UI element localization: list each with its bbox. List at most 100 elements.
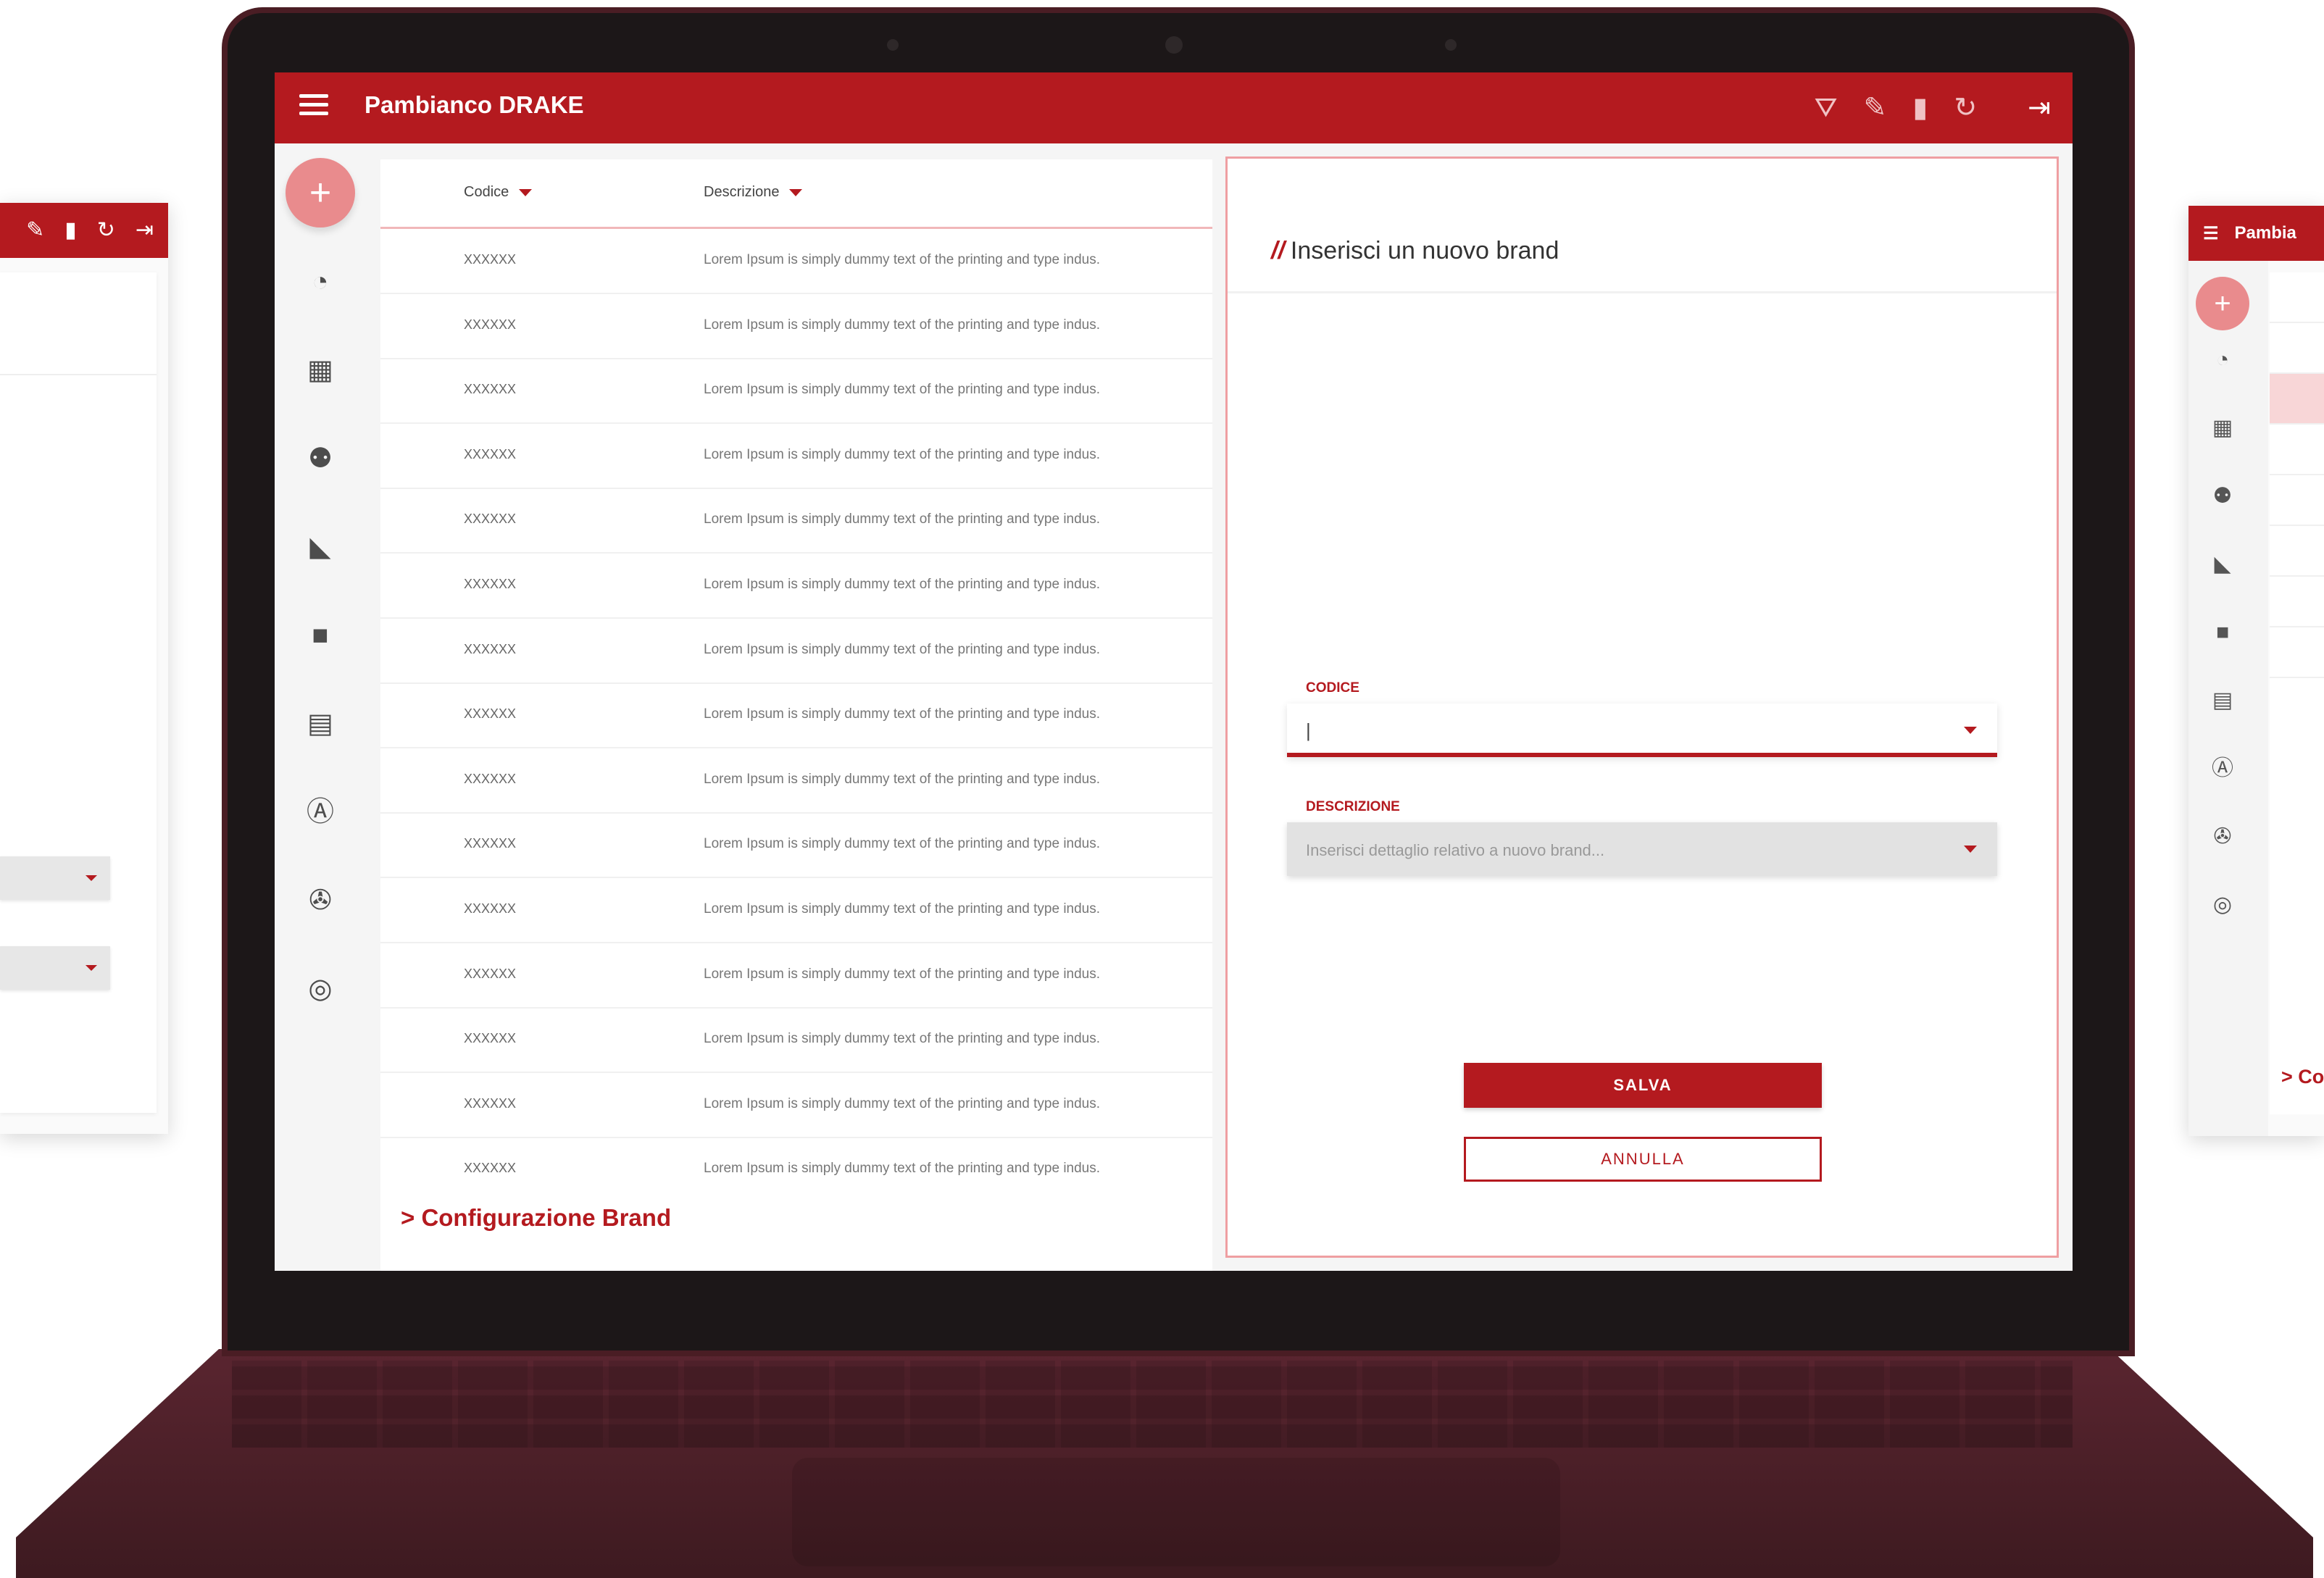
add-button[interactable]: + [286,158,355,227]
table-row[interactable]: XXXXXX Lorem Ipsum is simply dummy text o… [380,1073,1212,1138]
right-screen-title: Pambia [2234,223,2296,243]
list-item [2270,323,2324,374]
refresh-icon[interactable]: ↻ [1954,87,1977,129]
table-row[interactable]: XXXXXX Lorem Ipsum is simply dummy text o… [380,229,1212,294]
cell-description: Lorem Ipsum is simply dummy text of the … [704,252,1101,267]
cell-description: Lorem Ipsum is simply dummy text of the … [704,836,1101,852]
refresh-icon: ↻ [96,218,115,242]
table-row[interactable]: XXXXXX Lorem Ipsum is simply dummy text o… [380,424,1212,489]
film-reel-icon[interactable]: ✇ [302,887,338,914]
cell-code: XXXXXX [464,446,517,462]
form-title-text: Inserisci un nuovo brand [1290,237,1559,264]
fabric-swatches-icon[interactable]: ◣ [302,533,338,561]
cell-description: Lorem Ipsum is simply dummy text of the … [704,577,1101,592]
logout-icon: ⇥ [135,218,154,242]
background-screen-left: ✎ ▮ ↻ ⇥ [0,203,168,1134]
people-group-icon: ⚉ [2212,484,2233,508]
truck-icon: ■ [2215,620,2230,644]
cell-description: Lorem Ipsum is simply dummy text of the … [704,1161,1101,1177]
letter-a-icon: Ⓐ [2212,756,2233,780]
divider [0,374,157,375]
film-reel-icon: ✇ [2213,825,2232,848]
list-item [2270,425,2324,475]
column-header-codice[interactable]: Codice [464,184,533,201]
column-label: Descrizione [704,184,780,200]
right-screen-sidebar: + ◔ ▦ ⚉ ◣ ■ ▤ Ⓐ ✇ ◎ [2188,261,2268,1136]
left-screen-form-card [0,272,157,1113]
table-row[interactable]: XXXXXX Lorem Ipsum is simply dummy text o… [380,619,1212,684]
list-item-selected [2270,374,2324,425]
book-icon[interactable]: ▤ [302,710,338,738]
description-placeholder: Inserisci dettaglio relativo a nuovo bra… [1306,841,1605,859]
table-row[interactable]: XXXXXX Lorem Ipsum is simply dummy text o… [380,748,1212,814]
table-row[interactable]: XXXXXX Lorem Ipsum is simply dummy text o… [380,683,1212,749]
cell-description: Lorem Ipsum is simply dummy text of the … [704,446,1101,462]
table-row[interactable]: XXXXXX Lorem Ipsum is simply dummy text o… [380,878,1212,943]
chevron-down-icon[interactable] [1964,727,1977,734]
cell-description: Lorem Ipsum is simply dummy text of the … [704,1031,1101,1047]
brand-table: Codice Descrizione XXXXXX Lorem Ipsum is … [380,159,1212,1271]
background-screen-right: ☰ Pambia + ◔ ▦ ⚉ ◣ ■ ▤ Ⓐ ✇ ◎ > Co [2188,206,2324,1136]
buildings-icon[interactable]: ▦ [302,356,338,384]
right-screen-header: ☰ Pambia [2188,206,2324,261]
cell-description: Lorem Ipsum is simply dummy text of the … [704,771,1101,787]
plus-icon: + [2196,277,2249,330]
cancel-button[interactable]: ANNULLA [1464,1137,1822,1182]
sensor-dot [1445,39,1457,51]
cell-code: XXXXXX [464,1095,517,1111]
cell-description: Lorem Ipsum is simply dummy text of the … [704,1095,1101,1111]
table-row[interactable]: XXXXXX Lorem Ipsum is simply dummy text o… [380,1008,1212,1074]
table-row[interactable]: XXXXXX Lorem Ipsum is simply dummy text o… [380,294,1212,359]
form-header: //Inserisci un nuovo brand [1228,159,2057,293]
table-footer: > Configurazione Brand [380,1184,1212,1271]
dashboard-icon[interactable]: ◔ [302,268,338,296]
right-screen-breadcrumb: > Co [2281,1066,2324,1088]
code-label: CODICE [1306,680,1359,696]
filter-off-icon[interactable]: ⛛ [1815,87,1838,129]
book-icon: ▤ [2212,688,2233,712]
sort-down-icon [519,188,533,196]
fabric-swatches-icon: ◣ [2214,552,2231,576]
target-icon[interactable]: ◎ [302,975,338,1003]
description-input[interactable]: Inserisci dettaglio relativo a nuovo bra… [1287,822,1997,876]
table-row[interactable]: XXXXXX Lorem Ipsum is simply dummy text o… [380,943,1212,1009]
cell-code: XXXXXX [464,317,517,332]
cell-description: Lorem Ipsum is simply dummy text of the … [704,641,1101,657]
cell-code: XXXXXX [464,966,517,981]
code-value: | [1306,719,1311,741]
code-input[interactable]: | [1287,704,1997,757]
product-mockup: ✎ ▮ ↻ ⇥ ☰ Pambia + ◔ ▦ ⚉ ◣ ■ ▤ Ⓐ ✇ ◎ > C… [0,0,2324,1578]
table-header: Codice Descrizione [380,159,1212,229]
column-header-descrizione[interactable]: Descrizione [704,184,803,201]
breadcrumb[interactable]: > Configurazione Brand [401,1204,671,1232]
cell-description: Lorem Ipsum is simply dummy text of the … [704,901,1101,917]
save-button[interactable]: SALVA [1464,1063,1822,1108]
hamburger-menu-icon[interactable] [299,94,328,122]
left-screen-field [0,946,110,990]
cell-description: Lorem Ipsum is simply dummy text of the … [704,317,1101,333]
table-row[interactable]: XXXXXX Lorem Ipsum is simply dummy text o… [380,488,1212,554]
letter-a-icon[interactable]: Ⓐ [302,798,338,826]
cell-code: XXXXXX [464,641,517,656]
list-item [2270,475,2324,526]
trash-icon: ▮ [64,218,77,242]
logout-icon[interactable]: ⇥ [2028,87,2051,129]
webcam-icon [1165,36,1183,54]
cell-code: XXXXXX [464,706,517,722]
truck-icon[interactable]: ■ [302,622,338,649]
dashboard-icon: ◔ [2215,348,2230,372]
list-item [2270,627,2324,678]
chevron-down-icon [86,965,97,971]
table-row[interactable]: XXXXXX Lorem Ipsum is simply dummy text o… [380,813,1212,879]
cell-description: Lorem Ipsum is simply dummy text of the … [704,966,1101,982]
chevron-down-icon[interactable] [1964,846,1977,853]
people-group-icon[interactable]: ⚉ [302,445,338,472]
form-title: //Inserisci un nuovo brand [1271,237,1559,265]
table-row[interactable]: XXXXXX Lorem Ipsum is simply dummy text o… [380,359,1212,425]
app-header: Pambianco DRAKE ⛛ ✎ ▮ ↻ ⇥ [275,72,2073,143]
cell-code: XXXXXX [464,1161,517,1176]
cell-code: XXXXXX [464,252,517,267]
pencil-icon[interactable]: ✎ [1864,87,1887,129]
trash-icon[interactable]: ▮ [1912,87,1928,129]
table-row[interactable]: XXXXXX Lorem Ipsum is simply dummy text o… [380,554,1212,619]
